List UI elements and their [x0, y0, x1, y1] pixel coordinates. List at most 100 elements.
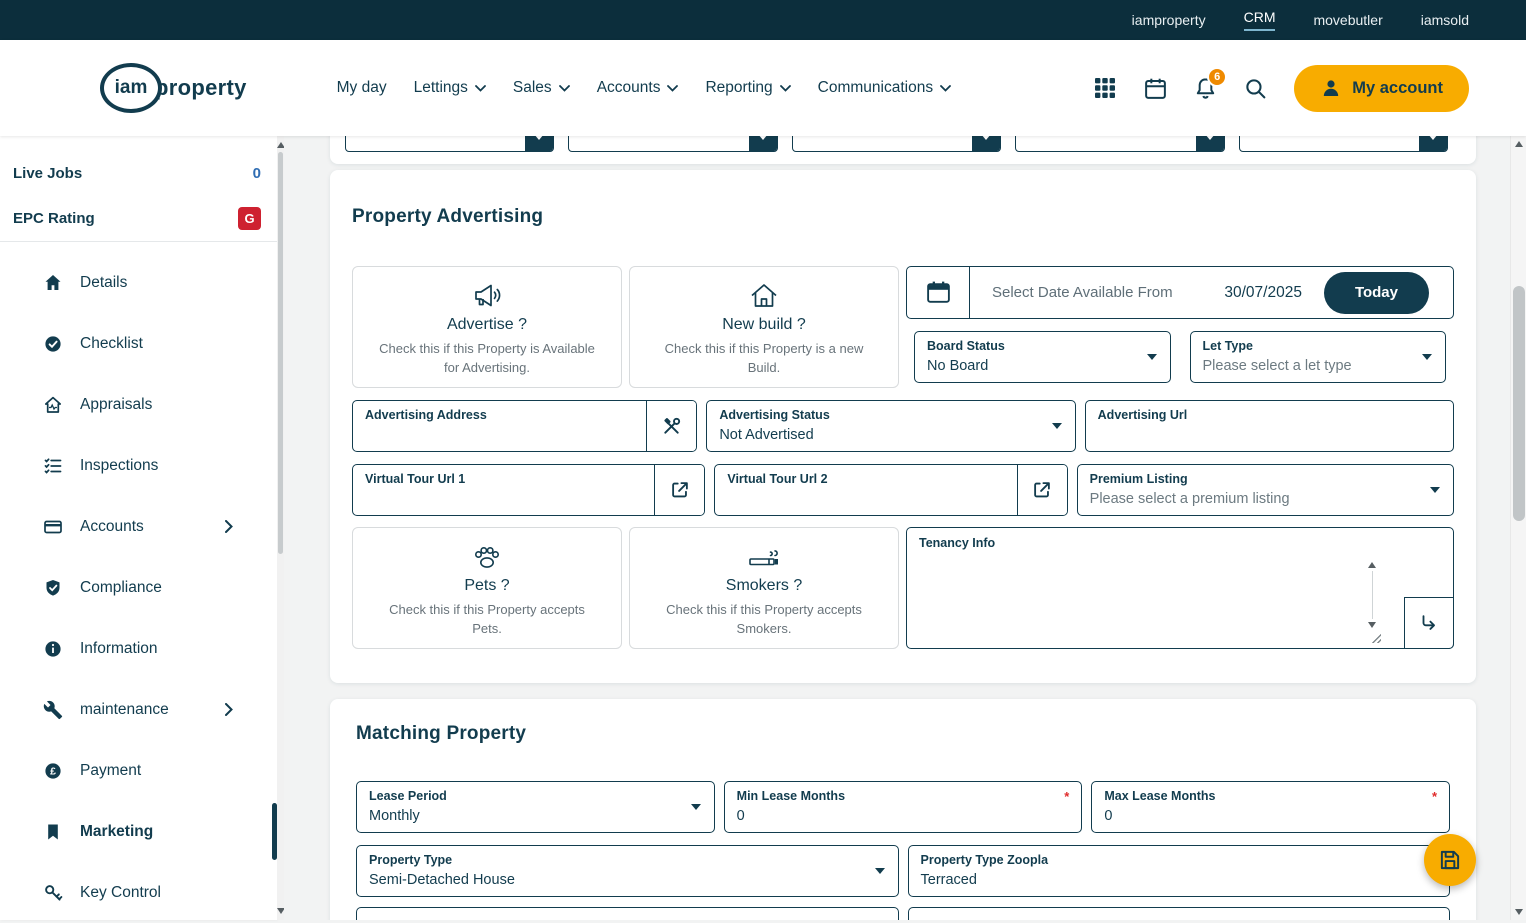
sidebar-item-key-control[interactable]: Key Control — [0, 862, 277, 923]
main-scrollbar[interactable] — [1510, 136, 1526, 920]
date-available-value[interactable]: 30/07/2025 — [1224, 284, 1302, 302]
main-scrollbar-thumb[interactable] — [1513, 286, 1525, 521]
open-virtual-tour-1-button[interactable] — [654, 465, 705, 515]
sidebar-item-marketing[interactable]: Marketing — [0, 801, 277, 862]
sidebar-item-accounts[interactable]: Accounts — [0, 496, 277, 557]
today-button[interactable]: Today — [1323, 271, 1429, 314]
expand-tenancy-info-button[interactable] — [1404, 597, 1454, 649]
epc-rating-row[interactable]: EPC Rating G — [0, 196, 277, 242]
save-button[interactable] — [1424, 834, 1476, 886]
scroll-up-arrow[interactable] — [276, 142, 285, 148]
board-status-select[interactable]: Board Status No Board — [914, 331, 1171, 383]
sidebar-item-compliance[interactable]: Compliance — [0, 557, 277, 618]
apps-grid-icon[interactable] — [1092, 75, 1118, 101]
paw-icon — [469, 538, 505, 576]
logo-property-text: property — [155, 75, 247, 100]
scroll-up-arrow[interactable] — [1368, 562, 1376, 568]
nav-label: Reporting — [705, 79, 773, 96]
max-lease-months-value: 0 — [1104, 808, 1113, 825]
nav-communications[interactable]: Communications — [817, 79, 952, 97]
topbar-link-iamproperty[interactable]: iamproperty — [1132, 12, 1206, 28]
sidebar-scrollbar-thumb[interactable] — [278, 152, 283, 554]
chevron-down-icon — [779, 84, 791, 92]
sidebar-item-maintenance[interactable]: maintenance — [0, 679, 277, 740]
scroll-down-arrow[interactable] — [276, 908, 285, 914]
app-header: iam property My day Lettings Sales Accou… — [0, 40, 1526, 136]
topbar-link-iamsold[interactable]: iamsold — [1421, 12, 1469, 28]
smokers-checkbox-tile[interactable]: Smokers ? Check this if this Property ac… — [629, 527, 899, 649]
sidebar-item-information[interactable]: Information — [0, 618, 277, 679]
property-type-zoopla-select[interactable]: Property Type Zoopla Terraced — [907, 845, 1450, 897]
open-virtual-tour-2-button[interactable] — [1016, 465, 1067, 515]
property-type-label: Property Type — [369, 853, 453, 867]
advertising-address-input[interactable]: Advertising Address — [353, 401, 646, 451]
nav-my-day[interactable]: My day — [337, 79, 387, 97]
let-type-select[interactable]: Let Type Please select a let type — [1189, 331, 1446, 383]
chevron-down-icon — [667, 84, 679, 92]
scroll-up-arrow[interactable] — [1511, 141, 1526, 147]
virtual-tour-url-2-group: Virtual Tour Url 2 — [714, 464, 1068, 516]
scroll-down-arrow[interactable] — [1368, 622, 1376, 628]
let-type-placeholder: Please select a let type — [1202, 357, 1352, 374]
calendar-picker-button[interactable] — [907, 267, 970, 318]
nav-sales[interactable]: Sales — [513, 79, 570, 97]
property-type-select[interactable]: Property Type Semi-Detached House — [356, 845, 899, 897]
sidebar-item-payment[interactable]: £ Payment — [0, 740, 277, 801]
nav-label: Communications — [817, 79, 934, 96]
header-icons: 6 — [1092, 67, 1268, 101]
pets-tile-description: Check this if this Property accepts Pets… — [389, 602, 585, 636]
notification-badge: 6 — [1207, 67, 1228, 87]
date-available-label: Select Date Available From — [992, 284, 1173, 301]
advertise-checkbox-tile[interactable]: Advertise ? Check this if this Property … — [352, 266, 622, 388]
topbar-link-movebutler[interactable]: movebutler — [1313, 12, 1382, 28]
sidebar-item-label: Marketing — [80, 822, 154, 840]
iamproperty-logo[interactable]: iam property — [100, 63, 247, 113]
save-floppy-icon — [1440, 850, 1460, 870]
cutoff-bottom-field[interactable] — [356, 907, 899, 920]
sidebar-item-details[interactable]: Details — [0, 252, 277, 313]
min-lease-months-input[interactable]: Min Lease Months * 0 — [723, 781, 1083, 833]
main-nav: My day Lettings Sales Accounts Reporting… — [337, 79, 952, 97]
new-build-tile-label: New build ? — [722, 316, 806, 334]
sidebar-item-label: Accounts — [80, 517, 144, 535]
sidebar-item-appraisals[interactable]: Appraisals — [0, 374, 277, 435]
my-account-button[interactable]: My account — [1294, 64, 1469, 112]
sidebar-scrollbar[interactable] — [276, 136, 285, 920]
nav-accounts[interactable]: Accounts — [597, 79, 679, 97]
nav-lettings[interactable]: Lettings — [414, 79, 486, 97]
edit-address-button[interactable] — [646, 401, 697, 451]
virtual-tour-url-1-input[interactable]: Virtual Tour Url 1 — [353, 465, 654, 515]
nav-reporting[interactable]: Reporting — [705, 79, 791, 97]
sidebar-item-label: Information — [80, 639, 158, 657]
sidebar-item-inspections[interactable]: Inspections — [0, 435, 277, 496]
matching-property-card: Matching Property Lease Period Monthly M… — [330, 699, 1476, 920]
topbar-link-crm[interactable]: CRM — [1243, 9, 1276, 31]
chevron-down-icon — [1051, 423, 1062, 429]
live-jobs-row[interactable]: Live Jobs 0 — [0, 150, 277, 196]
chevron-right-icon — [225, 520, 233, 533]
resize-handle[interactable] — [1370, 632, 1381, 643]
sidebar-item-checklist[interactable]: Checklist — [0, 313, 277, 374]
calendar-icon[interactable] — [1142, 75, 1168, 101]
property-type-zoopla-label: Property Type Zoopla — [920, 853, 1049, 867]
pets-checkbox-tile[interactable]: Pets ? Check this if this Property accep… — [352, 527, 622, 649]
advertise-tile-description: Check this if this Property is Available… — [379, 341, 595, 375]
textarea-scrollbar[interactable] — [1365, 562, 1379, 628]
cutoff-bottom-field[interactable] — [907, 907, 1450, 920]
house-valuation-icon — [43, 395, 63, 415]
scroll-down-arrow[interactable] — [1511, 909, 1526, 915]
smokers-tile-description: Check this if this Property accepts Smok… — [666, 602, 862, 636]
property-type-zoopla-value: Terraced — [920, 871, 977, 888]
max-lease-months-input[interactable]: Max Lease Months * 0 — [1091, 781, 1451, 833]
advertising-status-select[interactable]: Advertising Status Not Advertised — [706, 400, 1076, 452]
tenancy-info-textarea[interactable]: Tenancy Info — [906, 527, 1454, 649]
lease-period-select[interactable]: Lease Period Monthly — [356, 781, 715, 833]
advertising-status-label: Advertising Status — [719, 408, 830, 422]
notifications-bell-icon[interactable]: 6 — [1192, 67, 1228, 101]
premium-listing-select[interactable]: Premium Listing Please select a premium … — [1076, 464, 1454, 516]
new-build-checkbox-tile[interactable]: New build ? Check this if this Property … — [629, 266, 899, 388]
property-advertising-card: Property Advertising Advertise ? Check t… — [330, 170, 1476, 683]
advertising-url-input[interactable]: Advertising Url — [1084, 400, 1454, 452]
search-icon[interactable] — [1242, 75, 1268, 101]
virtual-tour-url-2-input[interactable]: Virtual Tour Url 2 — [715, 465, 1016, 515]
